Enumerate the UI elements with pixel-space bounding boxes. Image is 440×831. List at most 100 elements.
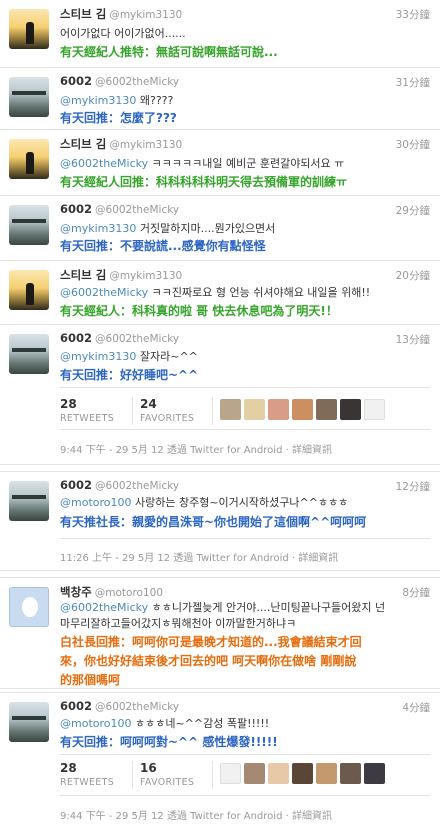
avatar[interactable] [9, 481, 49, 521]
favoriter-avatars [220, 399, 388, 423]
divider [60, 754, 430, 755]
mention-link[interactable]: @motoro100 [60, 717, 132, 730]
user-handle[interactable]: @6002theMicky [95, 76, 179, 88]
tweet-item[interactable]: 스티브 김 @mykim3130 30分鐘 @6002theMicky ㅋㅋㅋㅋㅋ… [0, 130, 440, 196]
avatar[interactable] [340, 399, 361, 420]
translation-text: 有天回推：怎麼了??? [60, 111, 177, 125]
avatar[interactable] [244, 763, 265, 784]
avatar[interactable] [316, 399, 337, 420]
user-name[interactable]: 스티브 김 [60, 137, 106, 151]
tweet-time[interactable]: 13分鐘 [396, 332, 430, 347]
tweet-time[interactable]: 8分鐘 [402, 585, 430, 600]
avatar[interactable] [9, 587, 49, 627]
mention-link[interactable]: @6002theMicky [60, 157, 148, 170]
divider [60, 429, 430, 430]
tweet-time[interactable]: 4分鐘 [402, 700, 430, 715]
tweet-time[interactable]: 31分鐘 [396, 75, 430, 90]
tweet-item[interactable]: 스티브 김 @mykim3130 33分鐘 어이가없다 어이가없어...... 有… [0, 0, 440, 68]
avatar[interactable] [9, 139, 49, 179]
retweet-count[interactable]: 28 RETWEETS [60, 761, 114, 788]
tweet-time[interactable]: 29分鐘 [396, 203, 430, 218]
divider [212, 397, 213, 425]
avatar[interactable] [9, 270, 49, 310]
tweet-item[interactable]: 6002 @6002theMicky 29分鐘 @mykim3130 거짓말하지마… [0, 196, 440, 261]
translation-text: 有天回推：呵呵呵對~^^ 感性爆發!!!!! [60, 735, 278, 749]
user-handle[interactable]: @mykim3130 [109, 270, 182, 282]
user-handle[interactable]: @6002theMicky [95, 333, 179, 345]
mention-link[interactable]: @motoro100 [60, 496, 132, 509]
tweet-text: 왜???? [139, 94, 174, 107]
avatar[interactable] [9, 9, 49, 49]
avatar[interactable] [244, 399, 265, 420]
tweet-stats: 28 RETWEETS 24 FAVORITES [60, 397, 430, 427]
translation-text: 有天經紀人推特：無話可說啊無話可說... [60, 45, 278, 59]
tweet-text: 어이가없다 어이가없어...... [60, 27, 186, 40]
mention-link[interactable]: @6002theMicky [60, 601, 148, 614]
user-name[interactable]: 백창주 [60, 585, 92, 599]
user-name[interactable]: 6002 [60, 478, 92, 492]
mention-link[interactable]: @6002theMicky [60, 286, 148, 299]
avatar[interactable] [220, 399, 241, 420]
divider [132, 761, 133, 789]
favorite-count[interactable]: 16 FAVORITES [140, 761, 194, 788]
favorite-count[interactable]: 24 FAVORITES [140, 397, 194, 424]
avatar[interactable] [292, 399, 313, 420]
user-handle[interactable]: @6002theMicky [95, 701, 179, 713]
avatar[interactable] [220, 763, 241, 784]
tweet-time[interactable]: 20分鐘 [396, 268, 430, 283]
tweet-text: ㅋㅋ진짜로요 형 언능 쉬셔야해요 내일을 위해!! [151, 286, 371, 299]
tweet-text: 사랑하는 창주형~이거시작하셨구나^^ㅎㅎㅎ [135, 496, 349, 509]
mention-link[interactable]: @mykim3130 [60, 222, 136, 235]
tweet-time[interactable]: 33分鐘 [396, 7, 430, 22]
avatar[interactable] [292, 763, 313, 784]
tweet-item[interactable]: 6002 @6002theMicky 12分鐘 @motoro100 사랑하는 창… [0, 471, 440, 571]
divider [60, 795, 430, 796]
avatar[interactable] [9, 77, 49, 117]
user-name[interactable]: 6002 [60, 202, 92, 216]
user-handle[interactable]: @mykim3130 [109, 9, 182, 21]
tweet-item[interactable]: 백창주 @motoro100 8分鐘 @6002theMicky ㅎㅎ니가젤늦게 … [0, 577, 440, 689]
translation-text: 的那個嗎呵 [60, 673, 121, 687]
avatar[interactable] [268, 399, 289, 420]
translation-text: 有天回推：好好睡吧~^^ [60, 368, 199, 382]
user-name[interactable]: 6002 [60, 74, 92, 88]
translation-text: 來，你也好好結束後才回去的吧 呵天啊你在做啥 剛剛說 [60, 654, 357, 668]
avatar[interactable] [364, 399, 385, 420]
avatar[interactable] [340, 763, 361, 784]
tweet-text: ㅋㅋㅋㅋㅋ내일 예비군 훈련갈야되서요 ㅠ [151, 157, 345, 170]
mention-link[interactable]: @mykim3130 [60, 350, 136, 363]
user-handle[interactable]: @6002theMicky [95, 204, 179, 216]
user-name[interactable]: 스티브 김 [60, 268, 106, 282]
user-handle[interactable]: @motoro100 [95, 587, 163, 599]
tweet-text: 잘자라~^^ [139, 350, 198, 363]
translation-text: 有天經紀人：科科真的啦 哥 快去休息吧為了明天!！ [60, 304, 338, 318]
tweet-item[interactable]: 6002 @6002theMicky 13分鐘 @mykim3130 잘자라~^^… [0, 325, 440, 465]
tweet-time[interactable]: 30分鐘 [396, 137, 430, 152]
user-name[interactable]: 스티브 김 [60, 7, 106, 21]
tweet-time[interactable]: 12分鐘 [396, 479, 430, 494]
tweet-item[interactable]: 스티브 김 @mykim3130 20分鐘 @6002theMicky ㅋㅋ진짜로… [0, 261, 440, 325]
tweet-text: 마무리잘하고들어갔지ㅎ뭐해천아 이까말한거하냐ㅋ [60, 617, 297, 630]
tweet-text: ㅎㅎ니가젤늦게 안거야....난미팅끝나구들어왔지 넌 [151, 601, 386, 614]
tweet-meta[interactable]: 9:44 下午 - 29 5月 12 透過 Twitter for Androi… [60, 807, 332, 822]
user-handle[interactable]: @6002theMicky [95, 480, 179, 492]
avatar[interactable] [9, 702, 49, 742]
tweet-item[interactable]: 6002 @6002theMicky 4分鐘 @motoro100 ㅎㅎㅎ네~^^… [0, 692, 440, 831]
avatar[interactable] [9, 205, 49, 245]
avatar[interactable] [9, 334, 49, 374]
user-name[interactable]: 6002 [60, 331, 92, 345]
mention-link[interactable]: @mykim3130 [60, 94, 136, 107]
translation-text: 有天推社長：親愛的昌洙哥~你也開始了這個啊^^呵呵呵 [60, 515, 367, 529]
user-name[interactable]: 6002 [60, 699, 92, 713]
tweet-meta[interactable]: 11:26 上午 - 29 5月 12 透過 Twitter for Andro… [60, 549, 338, 564]
avatar[interactable] [268, 763, 289, 784]
tweet-text: 거짓말하지마....뭔가있으면서 [139, 222, 276, 235]
translation-text: 白社長回推：呵呵你可是最晚才知道的...我會議結束才回 [60, 635, 362, 649]
tweet-meta[interactable]: 9:44 下午 - 29 5月 12 透過 Twitter for Androi… [60, 441, 332, 456]
tweet-item[interactable]: 6002 @6002theMicky 31分鐘 @mykim3130 왜???? … [0, 68, 440, 130]
avatar[interactable] [316, 763, 337, 784]
retweet-count[interactable]: 28 RETWEETS [60, 397, 114, 424]
user-handle[interactable]: @mykim3130 [109, 139, 182, 151]
divider [132, 397, 133, 425]
avatar[interactable] [364, 763, 385, 784]
